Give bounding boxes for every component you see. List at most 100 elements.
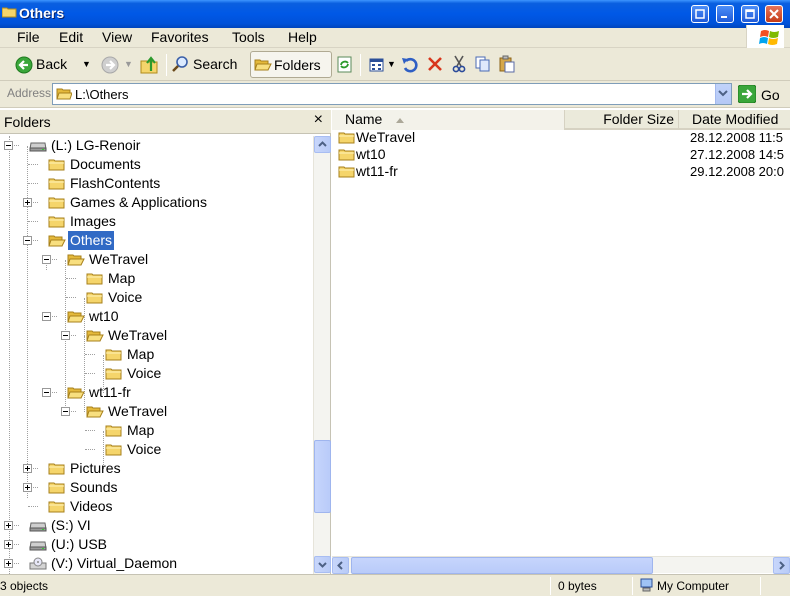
collapse-icon[interactable]: [42, 388, 51, 397]
folder-tree: (L:) LG-Renoir Documents FlashContents Game…: [0, 136, 312, 574]
folder-open-icon: [254, 59, 272, 71]
tree-node[interactable]: Images: [0, 212, 312, 231]
list-item[interactable]: wt10 27.12.2008 14:5: [332, 146, 790, 163]
cut-button[interactable]: [450, 51, 468, 78]
horizontal-scroll-thumb[interactable]: [351, 557, 653, 574]
address-field[interactable]: L:\Others: [52, 83, 732, 105]
list-horizontal-scrollbar[interactable]: [332, 556, 790, 574]
tree-node[interactable]: Voice: [0, 440, 312, 459]
undo-icon: [402, 57, 418, 73]
tree-node[interactable]: wt10: [0, 307, 312, 326]
forward-button[interactable]: ▼: [98, 51, 136, 78]
scroll-up-button[interactable]: [314, 136, 331, 153]
folders-pane-close-button[interactable]: ×: [314, 111, 323, 129]
folders-pane-header: Folders ×: [0, 110, 331, 134]
search-label: Search: [193, 56, 238, 72]
tree-node[interactable]: Others: [0, 231, 312, 250]
status-location: My Computer: [657, 579, 730, 593]
menu-view[interactable]: View: [99, 28, 135, 48]
expand-icon[interactable]: [4, 521, 13, 530]
tree-node-label: (S:) VI: [51, 517, 91, 533]
tree-node[interactable]: Games & Applications: [0, 193, 312, 212]
tree-node[interactable]: WeTravel: [0, 250, 312, 269]
collapse-icon[interactable]: [42, 255, 51, 264]
menu-file[interactable]: File: [14, 28, 43, 48]
folder-open-icon: [56, 88, 72, 100]
tree-node[interactable]: Map: [0, 421, 312, 440]
delete-icon: [428, 57, 442, 71]
scroll-left-button[interactable]: [332, 557, 349, 574]
chevron-down-icon: [318, 562, 327, 568]
expand-icon[interactable]: [4, 540, 13, 549]
list-item[interactable]: WeTravel 28.12.2008 11:5: [332, 129, 790, 146]
menu-edit[interactable]: Edit: [56, 28, 86, 48]
views-dropdown-icon[interactable]: ▼: [387, 51, 396, 78]
folder-icon: [2, 7, 17, 18]
list-item-name: wt10: [356, 146, 386, 162]
collapse-icon[interactable]: [61, 407, 70, 416]
tree-node-label: Voice: [127, 365, 162, 381]
address-label: Address: [7, 86, 52, 100]
tree-node[interactable]: (S:) VI: [0, 516, 312, 535]
sync-button[interactable]: [336, 51, 354, 78]
expand-icon[interactable]: [23, 198, 32, 207]
collapse-icon[interactable]: [61, 331, 70, 340]
folders-button[interactable]: Folders: [250, 51, 332, 78]
paste-button[interactable]: [498, 51, 516, 78]
up-folder-button[interactable]: [140, 51, 162, 78]
maximize-button[interactable]: [741, 5, 759, 23]
column-name[interactable]: Name: [332, 110, 565, 130]
tree-node[interactable]: Map: [0, 345, 312, 364]
address-dropdown-button[interactable]: [715, 84, 731, 104]
back-button[interactable]: Back ▼: [12, 51, 96, 78]
collapse-icon[interactable]: [42, 312, 51, 321]
tree-node[interactable]: Map: [0, 269, 312, 288]
back-dropdown-icon[interactable]: ▼: [82, 51, 91, 78]
tree-node[interactable]: (L:) LG-Renoir: [0, 136, 312, 155]
delete-button[interactable]: [426, 51, 444, 78]
title-bar[interactable]: Others: [0, 0, 790, 28]
expand-icon[interactable]: [23, 483, 32, 492]
column-folder-size[interactable]: Folder Size: [565, 110, 679, 130]
views-button[interactable]: ▼: [368, 51, 396, 78]
menu-help[interactable]: Help: [285, 28, 320, 48]
tree-node[interactable]: WeTravel: [0, 326, 312, 345]
minimize-button[interactable]: [716, 5, 734, 23]
tree-node[interactable]: FlashContents: [0, 174, 312, 193]
expand-icon[interactable]: [23, 464, 32, 473]
copy-button[interactable]: [474, 51, 492, 78]
minimize-icon: [721, 16, 727, 18]
menu-tools[interactable]: Tools: [229, 28, 268, 48]
list-header: Name Folder Size Date Modified: [332, 110, 790, 130]
menu-favorites[interactable]: Favorites: [148, 28, 212, 48]
tree-node[interactable]: WeTravel: [0, 402, 312, 421]
tree-node[interactable]: Documents: [0, 155, 312, 174]
tree-node[interactable]: wt11-fr: [0, 383, 312, 402]
list-item[interactable]: wt11-fr 29.12.2008 20:0: [332, 163, 790, 180]
scroll-down-button[interactable]: [314, 556, 331, 573]
list-item-name: WeTravel: [356, 129, 416, 145]
toolbar: Back ▼ ▼ Search Folders ▼: [0, 48, 790, 81]
scroll-thumb[interactable]: [314, 440, 331, 513]
window-title: Others: [19, 5, 65, 21]
column-date-modified[interactable]: Date Modified: [679, 110, 790, 130]
tree-node[interactable]: (U:) USB: [0, 535, 312, 554]
go-label: Go: [761, 87, 780, 103]
tree-node[interactable]: Pictures: [0, 459, 312, 478]
expand-icon[interactable]: [4, 559, 13, 568]
tree-node[interactable]: Sounds: [0, 478, 312, 497]
search-button[interactable]: Search: [170, 51, 246, 78]
help-button[interactable]: [691, 5, 709, 23]
tree-node[interactable]: Voice: [0, 364, 312, 383]
close-button[interactable]: [765, 5, 783, 23]
tree-node[interactable]: Videos: [0, 497, 312, 516]
tree-node-label: (V:) Virtual_Daemon: [51, 555, 178, 571]
tree-node-label: WeTravel: [89, 251, 149, 267]
undo-button[interactable]: [401, 51, 419, 78]
scroll-right-button[interactable]: [773, 557, 790, 574]
tree-node[interactable]: (V:) Virtual_Daemon: [0, 554, 312, 573]
folders-scrollbar[interactable]: [313, 136, 331, 574]
tree-node[interactable]: Voice: [0, 288, 312, 307]
collapse-icon[interactable]: [4, 141, 13, 150]
collapse-icon[interactable]: [23, 236, 32, 245]
